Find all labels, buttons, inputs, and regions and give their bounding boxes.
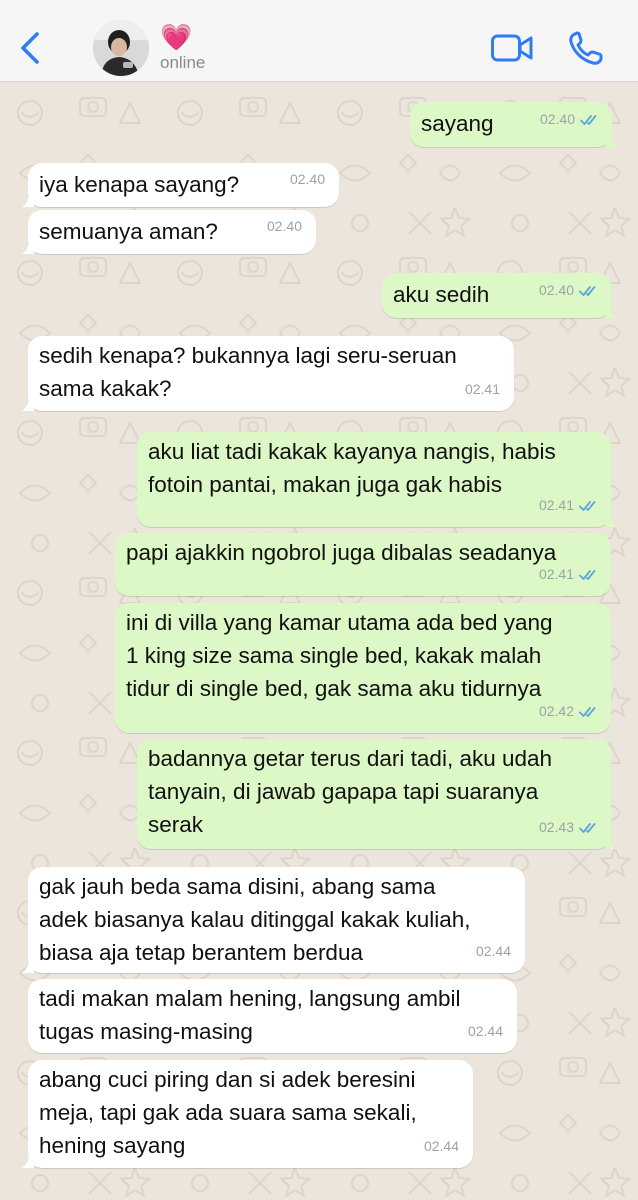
incoming-message[interactable]: semuanya aman? 02.40 (22, 210, 316, 254)
outgoing-message[interactable]: badannya getar terus dari tadi, aku udah… (137, 739, 617, 849)
bubble-tail (605, 831, 617, 849)
incoming-message[interactable]: sedih kenapa? bukannya lagi seru-seruan … (22, 336, 514, 411)
message-text: aku sedih (393, 282, 490, 307)
message-text: iya kenapa sayang? (39, 172, 240, 197)
message-time: 02.40 (539, 111, 575, 127)
bubble-tail (22, 1150, 34, 1168)
back-button[interactable] (14, 28, 46, 68)
message-meta: 02.41 (539, 489, 599, 522)
message-meta: 02.44 (424, 1130, 459, 1163)
double-check-icon (579, 285, 596, 296)
message-text: sayang (421, 111, 494, 136)
message-time: 02.40 (266, 218, 302, 234)
message-meta: 02.41 (465, 373, 500, 406)
bubble-tail (22, 236, 34, 254)
outgoing-message[interactable]: aku sedih 02.40 (382, 273, 617, 318)
message-meta: 02.42 (539, 695, 599, 728)
chat-header: 💗 online (0, 0, 638, 82)
message-text: aku liat tadi kakak kayanya nangis, habi… (148, 439, 556, 497)
message-text: papi ajakkin ngobrol juga dibalas seadan… (126, 540, 557, 565)
incoming-message[interactable]: tadi makan malam hening, langsung ambil … (28, 979, 517, 1053)
contact-status: online (160, 53, 206, 72)
message-meta: 02.41 (539, 558, 599, 591)
outgoing-message[interactable]: aku liat tadi kakak kayanya nangis, habi… (137, 432, 617, 527)
double-check-icon (579, 822, 596, 833)
message-meta: 02.44 (468, 1015, 503, 1048)
bubble-tail (22, 393, 34, 411)
avatar[interactable] (93, 20, 149, 76)
message-time: 02.41 (464, 381, 500, 397)
outgoing-message[interactable]: papi ajakkin ngobrol juga dibalas seadan… (115, 533, 611, 596)
message-meta: 02.40 (267, 210, 302, 243)
double-check-icon (579, 500, 596, 511)
message-text: sedih kenapa? bukannya lagi seru-seruan … (39, 343, 457, 401)
phone-icon (569, 31, 603, 65)
avatar-photo (93, 20, 149, 76)
message-text: badannya getar terus dari tadi, aku udah… (148, 746, 553, 837)
message-text: tadi makan malam hening, langsung ambil … (39, 986, 461, 1044)
message-meta: 02.40 (290, 163, 325, 196)
video-camera-icon (491, 34, 533, 62)
message-time: 02.41 (538, 566, 574, 582)
incoming-message[interactable]: gak jauh beda sama disini, abang sama ad… (22, 867, 525, 973)
message-time: 02.44 (475, 943, 511, 959)
message-time: 02.41 (538, 497, 574, 513)
message-text: gak jauh beda sama disini, abang sama ad… (39, 874, 471, 965)
incoming-message[interactable]: iya kenapa sayang? 02.40 (22, 163, 339, 207)
bubble-tail (605, 300, 617, 318)
message-time: 02.44 (467, 1023, 503, 1039)
double-check-icon (579, 706, 596, 717)
bubble-tail (605, 509, 617, 527)
double-check-icon (579, 569, 596, 580)
double-check-icon (580, 114, 597, 125)
message-time: 02.43 (538, 819, 574, 835)
chevron-left-icon (21, 32, 39, 64)
message-meta: 02.40 (539, 274, 599, 307)
message-text: abang cuci piring dan si adek beresini m… (39, 1067, 417, 1158)
message-time: 02.40 (538, 282, 574, 298)
bubble-tail (22, 189, 34, 207)
contact-name[interactable]: 💗 (160, 22, 192, 52)
bubble-tail (606, 129, 618, 147)
incoming-message[interactable]: abang cuci piring dan si adek beresini m… (22, 1060, 473, 1168)
outgoing-message[interactable]: ini di villa yang kamar utama ada bed ya… (115, 603, 611, 733)
message-time: 02.44 (423, 1138, 459, 1154)
message-meta: 02.43 (539, 811, 599, 844)
message-meta: 02.40 (540, 103, 600, 136)
message-text: ini di villa yang kamar utama ada bed ya… (126, 610, 553, 701)
message-time: 02.40 (289, 171, 325, 187)
bubble-tail (22, 955, 34, 973)
outgoing-message[interactable]: sayang 02.40 (410, 102, 618, 147)
voice-call-button[interactable] (566, 30, 606, 68)
message-meta: 02.44 (476, 935, 511, 968)
message-text: semuanya aman? (39, 219, 218, 244)
message-time: 02.42 (538, 703, 574, 719)
video-call-button[interactable] (490, 30, 534, 66)
chat-area[interactable]: sayang 02.40 iya kenapa sayang? 02.40 semuan… (0, 83, 638, 1200)
